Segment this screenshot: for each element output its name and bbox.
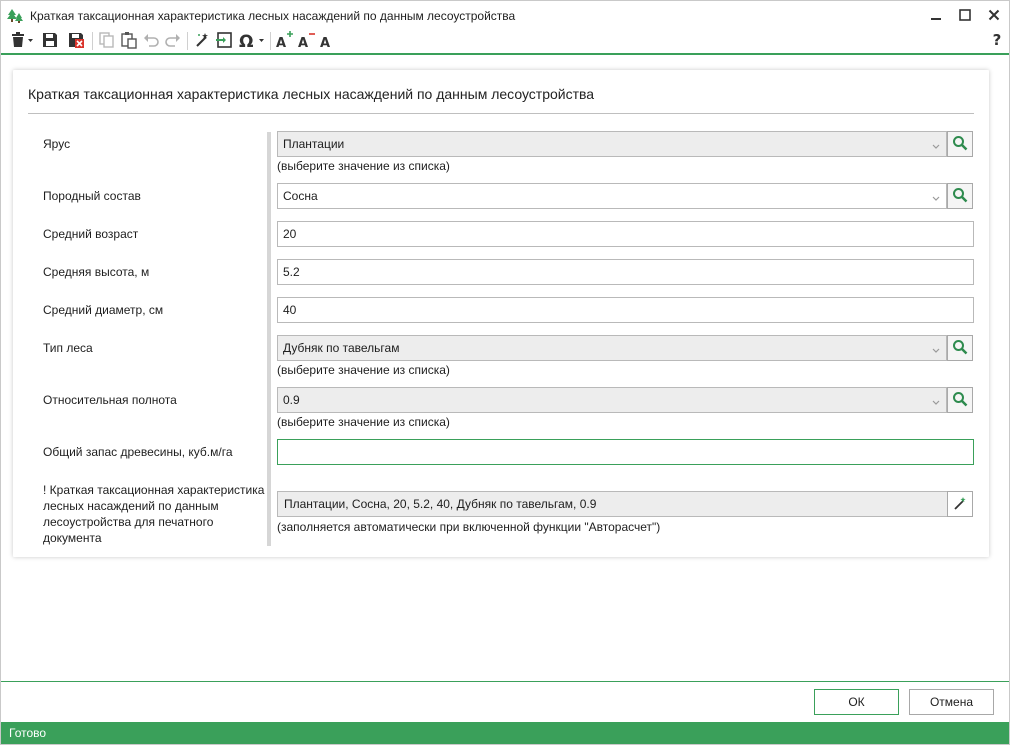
vysota-input[interactable]: 5.2 — [277, 259, 974, 285]
status-bar: Готово — [1, 722, 1009, 744]
yarus-hint: (выберите значение из списка) — [277, 159, 450, 173]
status-text: Готово — [9, 726, 47, 740]
search-icon — [952, 339, 968, 358]
chevron-down-icon[interactable] — [932, 396, 940, 405]
vysota-value: 5.2 — [283, 265, 300, 279]
save-close-icon[interactable] — [66, 30, 86, 50]
magic-wand-icon — [952, 495, 968, 514]
save-icon[interactable] — [40, 30, 60, 50]
polnota-value: 0.9 — [283, 393, 300, 407]
field-label-tip-lesa: Тип леса — [43, 341, 93, 355]
porodny-search-button[interactable] — [947, 183, 973, 209]
toolbar: Ω A A A ? — [1, 29, 1009, 53]
paste-icon[interactable] — [119, 30, 139, 50]
diametr-value: 40 — [283, 303, 297, 317]
title-bar: Краткая таксационная характеристика лесн… — [1, 1, 1009, 29]
search-icon — [952, 391, 968, 410]
svg-text:A: A — [320, 36, 330, 50]
omega-symbol-icon[interactable]: Ω — [238, 30, 266, 50]
font-increase-icon[interactable]: A — [275, 30, 295, 50]
undo-icon[interactable] — [141, 30, 161, 50]
import-icon[interactable] — [214, 30, 234, 50]
field-label-zapas: Общий запас древесины, куб.м/га — [43, 445, 233, 459]
chevron-down-icon[interactable] — [932, 192, 940, 201]
search-icon — [952, 187, 968, 206]
field-label-vozrast: Средний возраст — [43, 227, 139, 241]
font-reset-icon[interactable]: A — [317, 30, 337, 50]
field-label-summary: ! Краткая таксационная характеристика ле… — [43, 483, 265, 545]
ok-button[interactable]: ОК — [814, 689, 899, 715]
porodny-select[interactable]: Сосна — [277, 183, 947, 209]
polnota-select[interactable]: 0.9 — [277, 387, 947, 413]
redo-icon[interactable] — [163, 30, 183, 50]
porodny-value: Сосна — [283, 189, 318, 203]
font-decrease-icon[interactable]: A — [297, 30, 317, 50]
svg-text:Ω: Ω — [239, 32, 253, 49]
cancel-button[interactable]: Отмена — [909, 689, 994, 715]
chevron-down-icon[interactable] — [932, 344, 940, 353]
polnota-search-button[interactable] — [947, 387, 973, 413]
yarus-search-button[interactable] — [947, 131, 973, 157]
svg-text:A: A — [298, 36, 308, 50]
toolbar-accent-line — [1, 53, 1009, 55]
field-label-polnota: Относительная полнота — [43, 393, 177, 407]
minimize-icon[interactable] — [925, 5, 947, 25]
tip-lesa-value: Дубняк по тавельгам — [283, 341, 400, 355]
field-label-vysota: Средняя высота, м — [43, 265, 150, 279]
chevron-down-icon[interactable] — [932, 140, 940, 149]
vozrast-value: 20 — [283, 227, 297, 241]
yarus-select[interactable]: Плантации — [277, 131, 947, 157]
diametr-input[interactable]: 40 — [277, 297, 974, 323]
tree-app-icon — [6, 7, 24, 25]
maximize-icon[interactable] — [954, 5, 976, 25]
dialog-window: Краткая таксационная характеристика лесн… — [0, 0, 1010, 745]
yarus-value: Плантации — [283, 137, 345, 151]
autocalc-button[interactable] — [947, 491, 973, 517]
delete-dropdown-icon[interactable] — [8, 30, 36, 50]
vozrast-input[interactable]: 20 — [277, 221, 974, 247]
form-panel: Краткая таксационная характеристика лесн… — [13, 70, 989, 557]
close-icon[interactable] — [983, 5, 1005, 25]
svg-text:A: A — [276, 36, 286, 50]
search-icon — [952, 135, 968, 154]
form-title: Краткая таксационная характеристика лесн… — [28, 86, 595, 102]
summary-field[interactable]: Плантации, Сосна, 20, 5.2, 40, Дубняк по… — [277, 491, 948, 517]
tip-lesa-search-button[interactable] — [947, 335, 973, 361]
title-divider — [28, 113, 974, 114]
polnota-hint: (выберите значение из списка) — [277, 415, 450, 429]
field-label-porodny: Породный состав — [43, 189, 141, 203]
tip-lesa-select[interactable]: Дубняк по тавельгам — [277, 335, 947, 361]
magic-wand-icon[interactable] — [192, 30, 212, 50]
tip-lesa-hint: (выберите значение из списка) — [277, 363, 450, 377]
help-icon[interactable]: ? — [987, 30, 1007, 50]
window-title: Краткая таксационная характеристика лесн… — [30, 9, 516, 23]
footer-divider — [1, 681, 1009, 682]
summary-hint: (заполняется автоматически при включенно… — [277, 520, 661, 534]
zapas-input[interactable] — [277, 439, 974, 465]
field-label-yarus: Ярус — [43, 137, 71, 151]
field-label-diametr: Средний диаметр, см — [43, 303, 164, 317]
copy-icon[interactable] — [97, 30, 117, 50]
summary-value: Плантации, Сосна, 20, 5.2, 40, Дубняк по… — [284, 497, 597, 511]
